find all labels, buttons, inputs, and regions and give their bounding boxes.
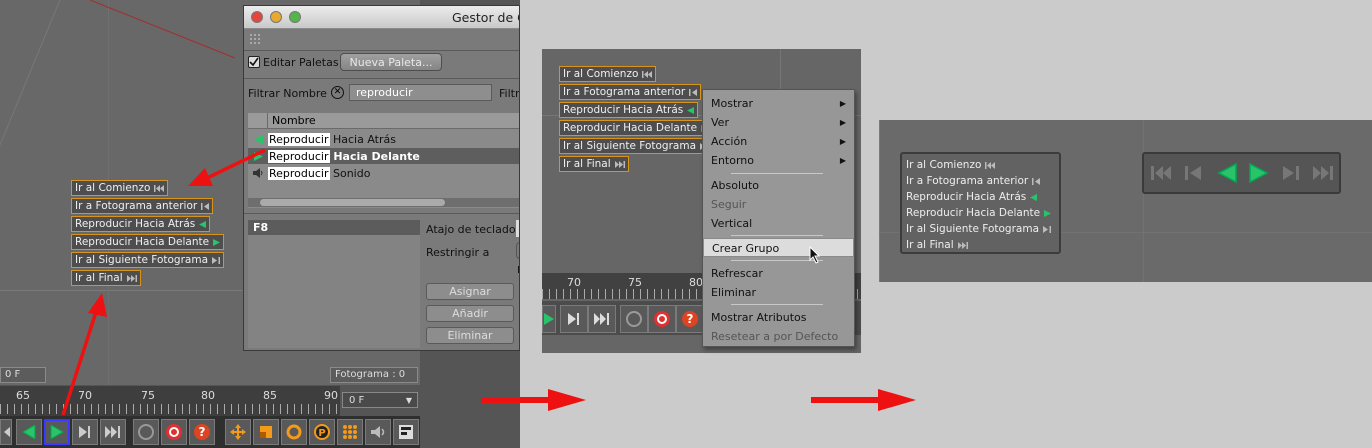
menu-item-eliminar[interactable]: Eliminar	[703, 283, 854, 302]
menu-item-label: Acción	[711, 135, 748, 148]
play-forward-icon	[1249, 163, 1269, 183]
next-frame-button[interactable]	[560, 305, 588, 333]
cmd-play-backward[interactable]: Reproducir Hacia Atrás	[559, 102, 699, 118]
cmd-label: Reproducir Hacia Delante	[563, 122, 698, 134]
go-to-start-icon	[1151, 166, 1171, 180]
red-arrow-icon	[481, 389, 586, 411]
menu-item-crear-grupo[interactable]: Crear Grupo	[703, 238, 854, 257]
submenu-arrow-icon: ▶	[839, 99, 846, 108]
prev-frame-icon	[1032, 177, 1041, 185]
menu-item-mostrar[interactable]: Mostrar ▶	[703, 94, 854, 113]
menu-item-mostrar-atributos[interactable]: Mostrar Atributos	[703, 308, 854, 327]
menu-item-absoluto[interactable]: Absoluto	[703, 176, 854, 195]
cmd-label: Ir a Fotograma anterior	[563, 86, 686, 98]
cmd-next-frame[interactable]: Ir al Siguiente Fotograma	[906, 223, 1051, 235]
ruler-tick: 75	[628, 276, 642, 289]
cmd-prev-frame[interactable]: Ir a Fotograma anterior	[906, 175, 1041, 187]
next-frame-icon	[1043, 225, 1051, 233]
cmd-label: Reproducir Hacia Delante	[906, 207, 1041, 219]
ruler-tick: 80	[689, 276, 703, 289]
icon-palette-group	[1142, 152, 1341, 194]
go-to-start-icon	[642, 70, 653, 78]
key-icon	[626, 311, 642, 327]
go-to-end-icon	[594, 313, 609, 325]
play-backward-button[interactable]	[1214, 160, 1240, 186]
grid-line	[879, 120, 880, 282]
next-frame-button[interactable]	[1278, 160, 1304, 186]
menu-separator	[731, 235, 823, 236]
play-forward-button[interactable]	[1246, 160, 1272, 186]
ruler-tick: 70	[567, 276, 581, 289]
cmd-next-frame[interactable]: Ir al Siguiente Fotograma	[559, 138, 712, 154]
next-frame-icon	[568, 313, 579, 325]
play-backward-icon	[687, 106, 695, 114]
help-icon: ?	[682, 311, 698, 327]
go-to-end-button[interactable]	[1310, 160, 1336, 186]
cmd-play-forward[interactable]: Reproducir Hacia Delante	[559, 120, 713, 136]
menu-item-label: Entorno	[711, 154, 754, 167]
grouped-palettes-panel: Ir al Comienzo Ir a Fotograma anterior R…	[879, 120, 1372, 282]
autokey-button[interactable]	[648, 305, 676, 333]
prev-frame-icon	[689, 88, 698, 96]
cmd-play-forward[interactable]: Reproducir Hacia Delante	[906, 207, 1052, 219]
cmd-go-to-end[interactable]: Ir al Final	[559, 156, 629, 172]
svg-text:?: ?	[687, 312, 694, 326]
cmd-label: Ir al Comienzo	[906, 159, 982, 171]
play-backward-icon	[1217, 163, 1237, 183]
menu-item-accion[interactable]: Acción ▶	[703, 132, 854, 151]
go-to-end-icon	[1313, 166, 1333, 180]
prev-frame-button[interactable]	[1180, 160, 1206, 186]
go-to-end-icon	[957, 241, 968, 249]
red-arrow-icon	[61, 293, 107, 416]
help-button[interactable]: ?	[676, 305, 704, 333]
cmd-label: Ir al Final	[563, 158, 611, 170]
autokey-icon	[654, 311, 670, 327]
cmd-label: Ir al Final	[906, 239, 954, 251]
submenu-arrow-icon: ▶	[839, 137, 846, 146]
play-backward-icon	[1030, 193, 1038, 201]
cmd-go-to-end[interactable]: Ir al Final	[906, 239, 968, 251]
menu-separator	[731, 173, 823, 174]
go-to-start-icon	[985, 161, 996, 169]
menu-item-label: Ver	[711, 116, 729, 129]
menu-item-seguir: Seguir	[711, 198, 747, 211]
menu-item-resetear: Resetear a por Defecto	[711, 330, 839, 343]
menu-item-label: Mostrar	[711, 97, 754, 110]
prev-frame-icon	[1185, 166, 1201, 180]
mouse-cursor-icon	[809, 246, 821, 264]
play-forward-icon	[544, 313, 554, 325]
go-to-start-button[interactable]	[1148, 160, 1174, 186]
go-to-end-icon	[614, 160, 625, 168]
command-palette-list: Ir al Comienzo Ir a Fotograma anterior R…	[559, 66, 713, 172]
menu-item-ver[interactable]: Ver ▶	[703, 113, 854, 132]
cmd-prev-frame[interactable]: Ir a Fotograma anterior	[559, 84, 702, 100]
cmd-go-to-start[interactable]: Ir al Comienzo	[906, 159, 996, 171]
text-palette-group: Ir al Comienzo Ir a Fotograma anterior R…	[900, 152, 1061, 254]
menu-item-entorno[interactable]: Entorno ▶	[703, 151, 854, 170]
menu-item-refrescar[interactable]: Refrescar	[703, 264, 854, 283]
cmd-play-backward[interactable]: Reproducir Hacia Atrás	[906, 191, 1038, 203]
record-keys-button[interactable]	[620, 305, 648, 333]
menu-separator	[731, 304, 823, 305]
next-frame-icon	[1283, 166, 1299, 180]
context-menu: Mostrar ▶ Ver ▶ Acción ▶ Entorno ▶ Absoluto …	[702, 89, 855, 347]
red-arrow-icon	[811, 389, 916, 411]
submenu-arrow-icon: ▶	[839, 118, 846, 127]
submenu-arrow-icon: ▶	[839, 156, 846, 165]
cmd-label: Reproducir Hacia Atrás	[906, 191, 1027, 203]
go-to-end-button[interactable]	[588, 305, 616, 333]
red-arrow-icon	[188, 148, 266, 186]
cmd-go-to-start[interactable]: Ir al Comienzo	[559, 66, 657, 82]
grid-line	[1143, 120, 1144, 282]
cmd-label: Ir al Comienzo	[563, 68, 639, 80]
cmd-label: Ir a Fotograma anterior	[906, 175, 1029, 187]
play-forward-button[interactable]	[542, 305, 556, 333]
cmd-label: Reproducir Hacia Atrás	[563, 104, 684, 116]
cmd-label: Ir al Siguiente Fotograma	[563, 140, 696, 152]
menu-item-vertical[interactable]: Vertical	[703, 214, 854, 233]
cmd-label: Ir al Siguiente Fotograma	[906, 223, 1039, 235]
play-forward-icon	[1044, 209, 1052, 217]
